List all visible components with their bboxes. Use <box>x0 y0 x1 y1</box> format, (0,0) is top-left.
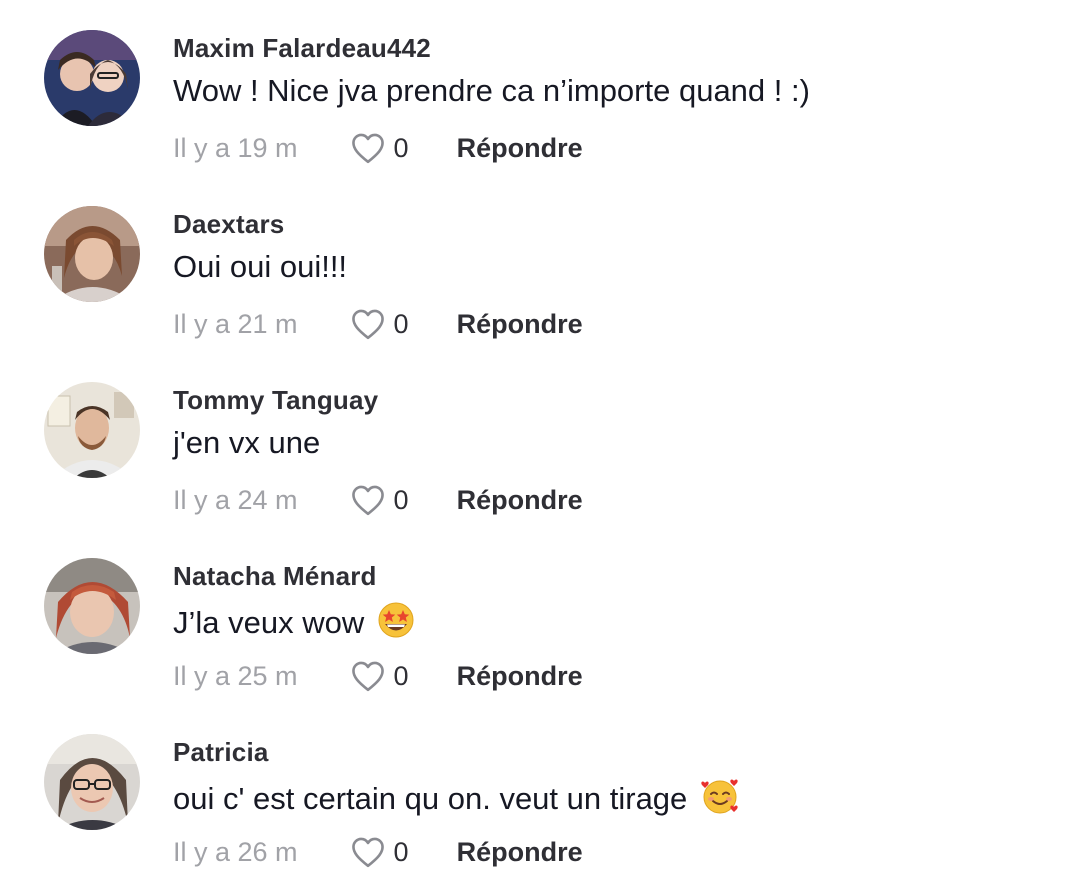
comment-timestamp: Il y a 19 m <box>173 132 298 163</box>
avatar[interactable] <box>44 734 140 830</box>
comment-item: Daextars Oui oui oui!!! Il y a 21 m 0 Ré… <box>0 176 1080 352</box>
like-button[interactable]: 0 <box>350 836 409 868</box>
like-button[interactable]: 0 <box>350 484 409 516</box>
comment-timestamp: Il y a 24 m <box>173 484 298 515</box>
comment-text: J’la veux wow <box>173 601 415 641</box>
comment-username[interactable]: Natacha Ménard <box>173 561 377 592</box>
avatar[interactable] <box>44 30 140 126</box>
avatar[interactable] <box>44 206 140 302</box>
comment-item: Natacha Ménard J’la veux wow Il y a 25 m… <box>0 528 1080 704</box>
like-count: 0 <box>393 660 409 691</box>
heart-outline-icon <box>351 133 384 164</box>
like-button[interactable]: 0 <box>350 132 409 164</box>
comment-timestamp: Il y a 26 m <box>173 836 298 867</box>
comment-item: Tommy Tanguay j'en vx une Il y a 24 m 0 … <box>0 352 1080 528</box>
star-struck-emoji-icon <box>378 602 414 638</box>
like-count: 0 <box>393 132 409 163</box>
comment-username[interactable]: Tommy Tanguay <box>173 385 378 416</box>
avatar[interactable] <box>44 382 140 478</box>
reply-button[interactable]: Répondre <box>457 837 583 868</box>
like-count: 0 <box>393 308 409 339</box>
reply-button[interactable]: Répondre <box>457 133 583 164</box>
heart-outline-icon <box>351 661 384 692</box>
like-button[interactable]: 0 <box>350 308 409 340</box>
reply-button[interactable]: Répondre <box>457 485 583 516</box>
reply-button[interactable]: Répondre <box>457 309 583 340</box>
avatar[interactable] <box>44 558 140 654</box>
comment-username[interactable]: Maxim Falardeau442 <box>173 33 431 64</box>
heart-outline-icon <box>351 485 384 516</box>
like-count: 0 <box>393 484 409 515</box>
comment-meta: Il y a 26 m 0 Répondre <box>173 832 583 872</box>
comment-text: j'en vx une <box>173 425 321 460</box>
comment-meta: Il y a 24 m 0 Répondre <box>173 480 583 520</box>
heart-outline-icon <box>351 309 384 340</box>
comment-meta: Il y a 25 m 0 Répondre <box>173 656 583 696</box>
comment-meta: Il y a 21 m 0 Répondre <box>173 304 583 344</box>
like-button[interactable]: 0 <box>350 660 409 692</box>
comment-text: oui c' est certain qu on. veut un tirage <box>173 777 740 817</box>
smiling-face-with-hearts-emoji-icon <box>701 779 738 814</box>
comment-text: Wow ! Nice jva prendre ca n’importe quan… <box>173 73 810 108</box>
comment-username[interactable]: Patricia <box>173 737 269 768</box>
reply-button[interactable]: Répondre <box>457 661 583 692</box>
like-count: 0 <box>393 836 409 867</box>
comment-meta: Il y a 19 m 0 Répondre <box>173 128 583 168</box>
comment-timestamp: Il y a 25 m <box>173 660 298 691</box>
comment-timestamp: Il y a 21 m <box>173 308 298 339</box>
comment-item: Patricia oui c' est certain qu on. veut … <box>0 704 1080 880</box>
heart-outline-icon <box>351 837 384 868</box>
comment-item: Maxim Falardeau442 Wow ! Nice jva prendr… <box>0 0 1080 176</box>
comment-text: Oui oui oui!!! <box>173 249 348 284</box>
comment-username[interactable]: Daextars <box>173 209 284 240</box>
